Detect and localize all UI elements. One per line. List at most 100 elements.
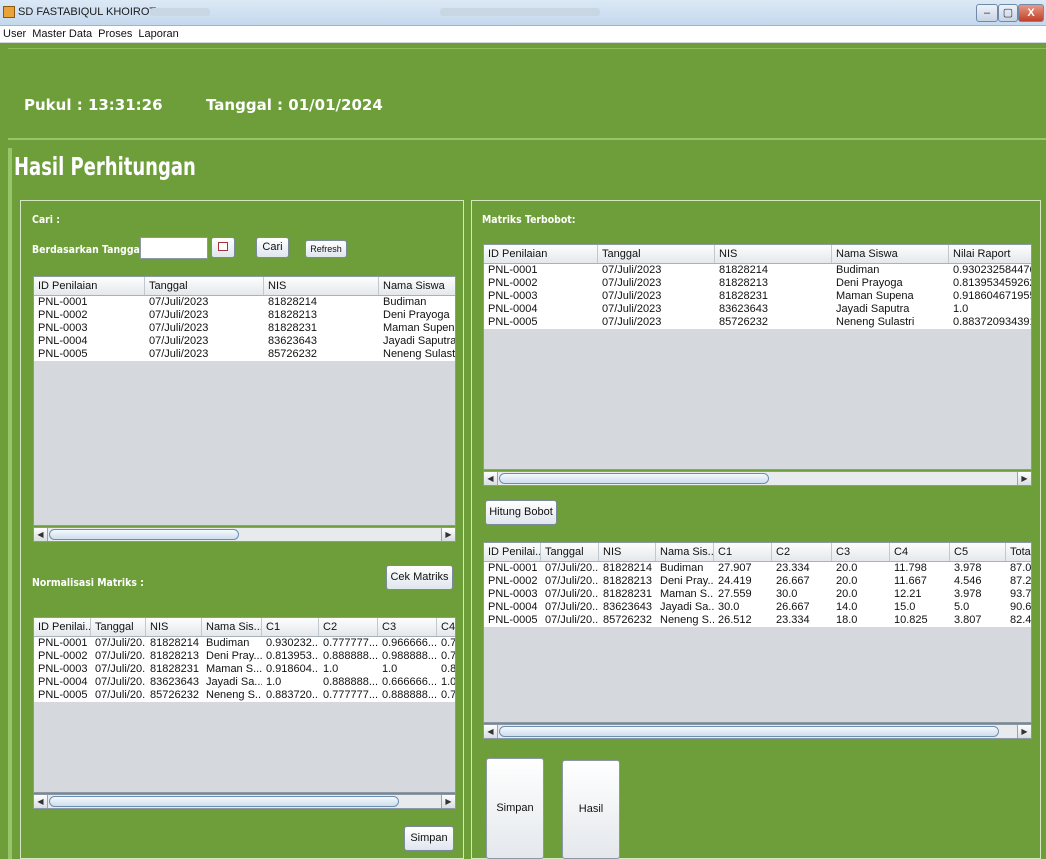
- table-cell: 18.0: [836, 614, 858, 626]
- scroll-left-icon[interactable]: ◀: [34, 528, 48, 541]
- table-cell: Budiman: [836, 264, 880, 276]
- column-header[interactable]: Tanggal: [145, 277, 264, 295]
- table-cell: Neneng S...: [660, 614, 714, 626]
- column-header[interactable]: NIS: [264, 277, 379, 295]
- table-row[interactable]: PNL-0004 07/Juli/2023 83623643 Jayadi Saput…: [34, 335, 455, 348]
- scroll-right-icon[interactable]: ▶: [441, 795, 455, 808]
- table-row[interactable]: PNL-0005 07/Juli/2023 85726232 Neneng Sulas…: [34, 348, 455, 361]
- column-header[interactable]: NIS: [599, 543, 656, 561]
- scroll-right-icon[interactable]: ▶: [1017, 472, 1031, 485]
- table-cell: 90.66: [1010, 601, 1032, 613]
- scroll-thumb[interactable]: [499, 726, 999, 737]
- simpan-button[interactable]: Simpan: [486, 758, 544, 859]
- table-row[interactable]: PNL-0003 07/Juli/2023 81828231 Maman Supena…: [484, 290, 1031, 303]
- column-header[interactable]: Nilai Raport: [949, 245, 1031, 263]
- table-cell: 07/Juli/20...: [545, 562, 599, 574]
- column-header[interactable]: C4: [437, 618, 455, 636]
- scroll-thumb[interactable]: [49, 796, 399, 807]
- menu-user[interactable]: User: [0, 26, 29, 40]
- table-row[interactable]: PNL-0003 07/Juli/20... 81828231 Maman S... 2…: [484, 588, 1031, 601]
- column-header[interactable]: Nama Sis...: [202, 618, 262, 636]
- cari-button[interactable]: Cari: [256, 237, 289, 258]
- table-cell: 1.0: [953, 303, 969, 315]
- normalisasi-scrollbar[interactable]: ◀ ▶: [33, 794, 456, 809]
- column-header[interactable]: Nama Sis...: [656, 543, 714, 561]
- table-row[interactable]: PNL-0001 07/Juli/2023 81828214 Budiman 0.930…: [484, 264, 1031, 277]
- column-header[interactable]: C1: [714, 543, 772, 561]
- table-cell: 0.888888...: [323, 650, 378, 662]
- column-header[interactable]: C3: [378, 618, 437, 636]
- table-cell: Maman Supena: [836, 290, 914, 302]
- column-header[interactable]: C5: [950, 543, 1006, 561]
- table-cell: 26.667: [776, 575, 810, 587]
- hitung-bobot-button[interactable]: Hitung Bobot: [485, 500, 557, 525]
- minimize-button[interactable]: –: [976, 4, 998, 22]
- scroll-thumb[interactable]: [49, 529, 239, 540]
- bobot-scrollbar[interactable]: ◀ ▶: [483, 724, 1032, 739]
- date-input[interactable]: [140, 237, 208, 259]
- table-row[interactable]: PNL-0001 07/Juli/20... 81828214 Budiman 0.93…: [34, 637, 455, 650]
- table-row[interactable]: PNL-0005 07/Juli/20... 85726232 Neneng S...…: [484, 614, 1031, 627]
- menu-proses[interactable]: Proses: [95, 26, 135, 40]
- column-header[interactable]: C2: [319, 618, 378, 636]
- table-row[interactable]: PNL-0002 07/Juli/20... 81828213 Deni Pray..…: [34, 650, 455, 663]
- table-row[interactable]: PNL-0005 07/Juli/2023 85726232 Neneng Sulas…: [484, 316, 1031, 329]
- column-header[interactable]: C2: [772, 543, 832, 561]
- table-row[interactable]: PNL-0002 07/Juli/2023 81828213 Deni Prayoga…: [484, 277, 1031, 290]
- calendar-button[interactable]: [211, 237, 235, 258]
- column-header[interactable]: ID Penilai...: [484, 543, 541, 561]
- menu-master-data[interactable]: Master Data: [29, 26, 95, 40]
- column-header[interactable]: Tanggal: [598, 245, 715, 263]
- table-row[interactable]: PNL-0002 07/Juli/20... 81828213 Deni Pray..…: [484, 575, 1031, 588]
- page-title: Hasil Perhitungan: [14, 152, 196, 181]
- table-row[interactable]: PNL-0002 07/Juli/2023 81828213 Deni Prayoga: [34, 309, 455, 322]
- maximize-button[interactable]: ▢: [998, 4, 1018, 22]
- scroll-thumb[interactable]: [499, 473, 769, 484]
- terbobot-scrollbar[interactable]: ◀ ▶: [483, 471, 1032, 486]
- table-row[interactable]: PNL-0003 07/Juli/2023 81828231 Maman Supena: [34, 322, 455, 335]
- table-row[interactable]: PNL-0001 07/Juli/20... 81828214 Budiman 27.9…: [484, 562, 1031, 575]
- column-header[interactable]: Nama Siswa: [832, 245, 949, 263]
- scroll-left-icon[interactable]: ◀: [34, 795, 48, 808]
- left-accent-bar: [8, 148, 12, 859]
- scroll-right-icon[interactable]: ▶: [441, 528, 455, 541]
- table-row[interactable]: PNL-0005 07/Juli/20... 85726232 Neneng S...…: [34, 689, 455, 702]
- column-header[interactable]: C3: [832, 543, 890, 561]
- table-row[interactable]: PNL-0004 07/Juli/20... 83623643 Jayadi Sa..…: [34, 676, 455, 689]
- close-button[interactable]: X: [1018, 4, 1044, 22]
- scroll-left-icon[interactable]: ◀: [484, 725, 498, 738]
- column-header[interactable]: Nama Siswa: [379, 277, 455, 295]
- table-cell: 81828214: [150, 637, 199, 649]
- table-cell: PNL-0002: [38, 309, 88, 321]
- table-row[interactable]: PNL-0004 07/Juli/20... 83623643 Jayadi Sa..…: [484, 601, 1031, 614]
- column-header[interactable]: ID Penilaian: [34, 277, 145, 295]
- column-header[interactable]: Tanggal: [541, 543, 599, 561]
- column-header[interactable]: Tanggal: [91, 618, 146, 636]
- hasil-button[interactable]: Hasil: [562, 760, 620, 859]
- table-cell: 07/Juli/20...: [95, 689, 146, 701]
- table-cell: 20.0: [836, 588, 858, 600]
- column-header[interactable]: ID Penilai...: [34, 618, 91, 636]
- column-header[interactable]: Total: [1006, 543, 1031, 561]
- table-cell: 07/Juli/20...: [95, 676, 146, 688]
- table-cell: PNL-0005: [38, 348, 88, 360]
- table-cell: PNL-0002: [38, 650, 88, 662]
- simpan-normalisasi-button[interactable]: Simpan: [404, 826, 454, 851]
- table-row[interactable]: PNL-0001 07/Juli/2023 81828214 Budiman: [34, 296, 455, 309]
- cek-matriks-button[interactable]: Cek Matriks: [386, 565, 453, 590]
- table-cell: 3.978: [954, 562, 982, 574]
- column-header[interactable]: C4: [890, 543, 950, 561]
- column-header[interactable]: NIS: [715, 245, 832, 263]
- table-cell: 07/Juli/2023: [602, 303, 662, 315]
- table-row[interactable]: PNL-0004 07/Juli/2023 83623643 Jayadi Saput…: [484, 303, 1031, 316]
- scroll-right-icon[interactable]: ▶: [1017, 725, 1031, 738]
- column-header[interactable]: NIS: [146, 618, 202, 636]
- penilaian-scrollbar[interactable]: ◀ ▶: [33, 527, 456, 542]
- scroll-left-icon[interactable]: ◀: [484, 472, 498, 485]
- column-header[interactable]: C1: [262, 618, 319, 636]
- table-cell: PNL-0003: [38, 663, 88, 675]
- menu-laporan[interactable]: Laporan: [135, 26, 181, 40]
- refresh-button[interactable]: Refresh: [305, 240, 347, 258]
- table-row[interactable]: PNL-0003 07/Juli/20... 81828231 Maman S... 0…: [34, 663, 455, 676]
- column-header[interactable]: ID Penilaian: [484, 245, 598, 263]
